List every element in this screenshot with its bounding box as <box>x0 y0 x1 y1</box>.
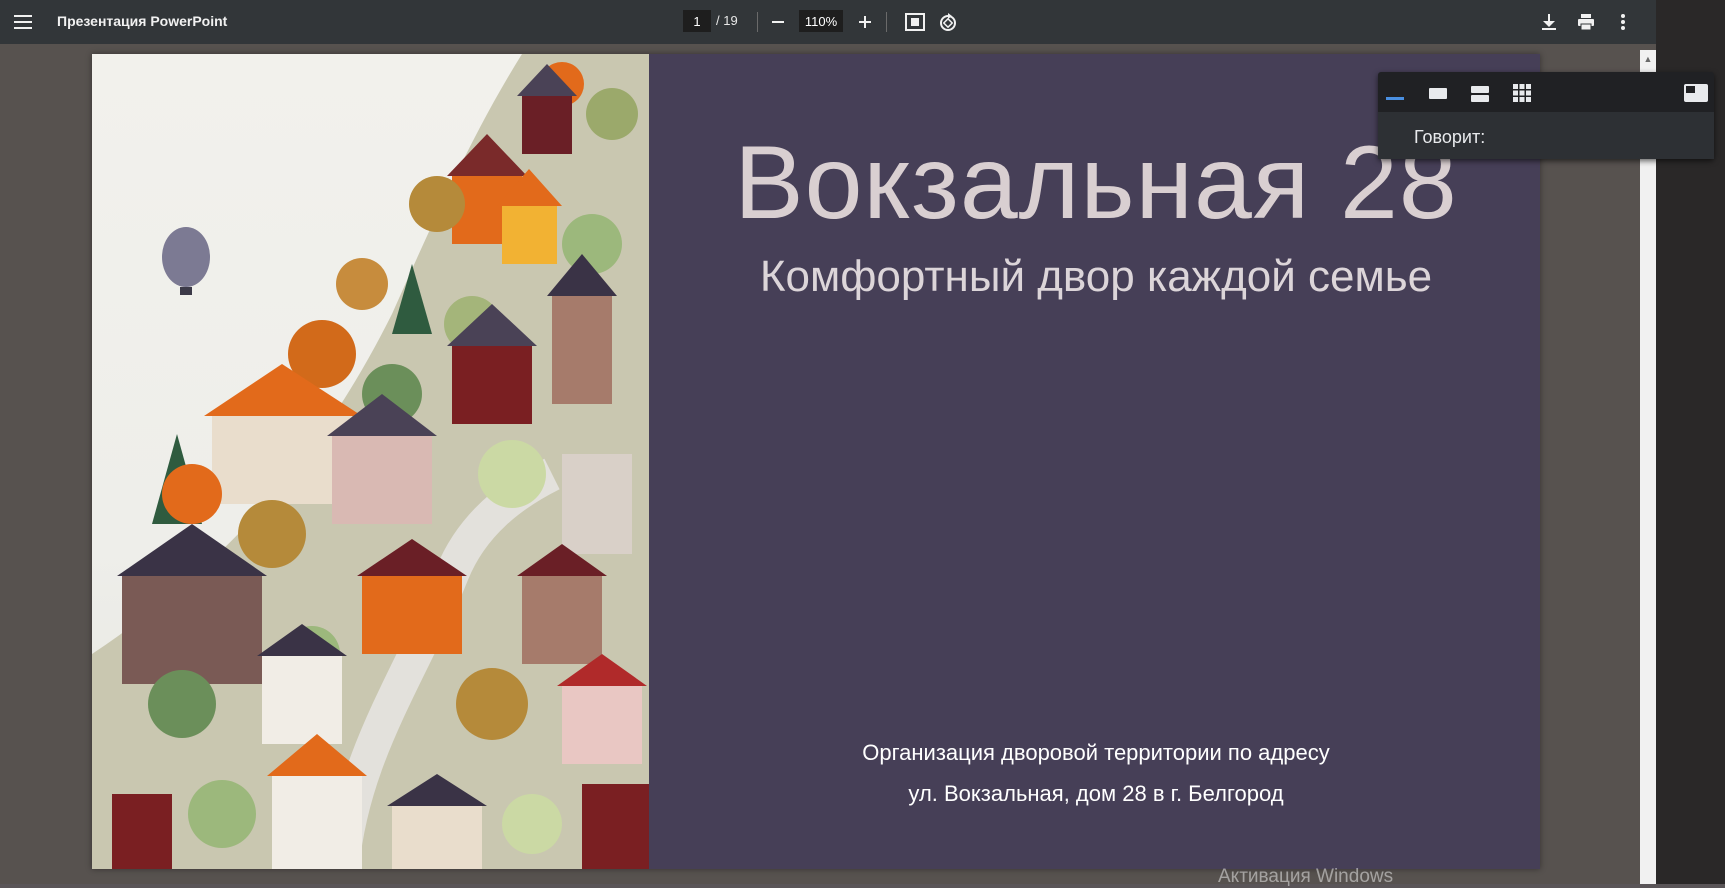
zoom-level-input[interactable]: 110% <box>799 10 843 32</box>
speaking-label: Говорит: <box>1414 127 1486 147</box>
layout-grid-icon[interactable] <box>1512 83 1532 108</box>
layout-toolbar <box>1378 72 1714 112</box>
slide-subtitle: Комфортный двор каждой семье <box>759 252 1433 301</box>
pdf-toolbar: Презентация PowerPoint 1 / 19 110% <box>0 0 1656 44</box>
fit-to-page-icon[interactable] <box>903 10 927 34</box>
page-number-input[interactable]: 1 <box>683 10 711 32</box>
presentation-slide: Вокзальная 28 Комфортный двор каждой сем… <box>92 54 1540 869</box>
more-options-icon[interactable] <box>1611 10 1635 34</box>
slide-address-line-1: Организация дворовой территории по адрес… <box>862 740 1330 765</box>
windows-activation-watermark: Активация Windows <box>1218 866 1394 887</box>
layout-stacked-icon[interactable] <box>1470 85 1490 108</box>
speaker-panel: Говорит: <box>1378 72 1714 159</box>
layout-spotlight-icon[interactable] <box>1428 86 1448 105</box>
divider <box>886 12 887 32</box>
zoom-out-icon[interactable] <box>766 10 790 34</box>
download-icon[interactable] <box>1537 10 1561 34</box>
rotate-icon[interactable] <box>936 10 960 34</box>
slide-address-line-2: ул. Вокзальная, дом 28 в г. Белгород <box>908 781 1284 806</box>
scroll-up-icon[interactable]: ▲ <box>1643 54 1653 64</box>
town-illustration <box>92 54 649 869</box>
print-icon[interactable] <box>1574 10 1598 34</box>
page-total: / 19 <box>716 13 738 28</box>
picture-in-picture-icon[interactable] <box>1684 84 1708 107</box>
divider <box>757 12 758 32</box>
menu-icon[interactable] <box>12 10 36 34</box>
layout-minimal-icon[interactable] <box>1385 88 1405 107</box>
zoom-in-icon[interactable] <box>853 10 877 34</box>
document-title: Презентация PowerPoint <box>57 13 228 29</box>
scrollbar[interactable] <box>1640 50 1656 884</box>
